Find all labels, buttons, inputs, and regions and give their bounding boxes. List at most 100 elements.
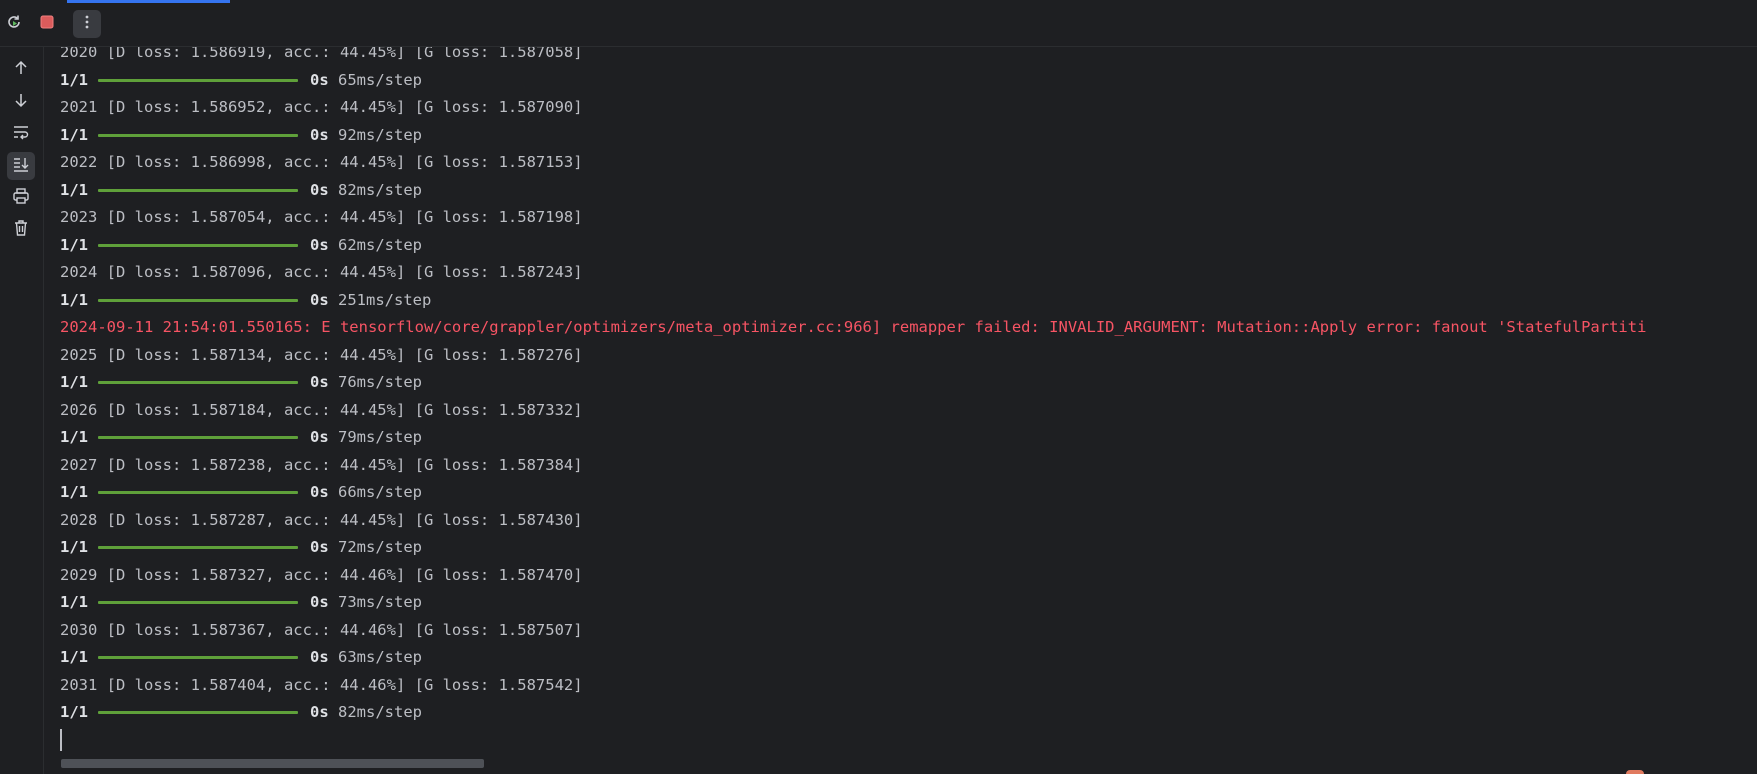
rerun-icon: [5, 13, 23, 35]
progress-bar: [98, 436, 298, 440]
progress-bar: [98, 381, 298, 385]
elapsed-time: 0s: [310, 373, 329, 391]
progress-bar: [98, 133, 298, 137]
elapsed-time: 0s: [310, 428, 329, 446]
progress-bar: [98, 78, 298, 82]
progress-count: 1/1: [60, 538, 88, 556]
epoch-log-line: 2029 [D loss: 1.587327, acc.: 44.46%] [G…: [60, 565, 583, 584]
progress-bar: [98, 546, 298, 550]
rerun-button[interactable]: [0, 10, 28, 38]
epoch-log-line: 2031 [D loss: 1.587404, acc.: 44.46%] [G…: [60, 675, 583, 694]
run-console-window: 2020 [D loss: 1.586919, acc.: 44.45%] [G…: [0, 0, 1757, 774]
step-time: 65ms/step: [338, 70, 423, 89]
stop-icon: [38, 13, 56, 35]
epoch-log-line: 2021 [D loss: 1.586952, acc.: 44.45%] [G…: [60, 98, 583, 116]
epoch-log-line: 2022 [D loss: 1.586998, acc.: 44.45%] [G…: [60, 153, 583, 171]
step-time: 76ms/step: [338, 373, 423, 391]
progress-count: 1/1: [60, 290, 88, 309]
progress-line: 1/1 0s 82ms/step: [60, 177, 1757, 205]
elapsed-time: 0s: [310, 70, 329, 89]
elapsed-time: 0s: [310, 538, 329, 556]
elapsed-time: 0s: [310, 125, 329, 144]
scroll-up-button[interactable]: [7, 56, 35, 84]
step-time: 82ms/step: [338, 703, 423, 721]
scroll-to-end-icon: [12, 155, 30, 177]
epoch-log-line: 2020 [D loss: 1.586919, acc.: 44.45%] [G…: [60, 47, 583, 61]
progress-bar: [98, 656, 298, 660]
step-time: 72ms/step: [338, 538, 423, 556]
progress-count: 1/1: [60, 483, 88, 501]
more-options-button[interactable]: [73, 10, 101, 38]
console-toolbar: [0, 0, 1757, 47]
soft-wrap-button[interactable]: [7, 120, 35, 148]
progress-count: 1/1: [60, 373, 88, 391]
progress-line: 1/1 0s 72ms/step: [60, 534, 1757, 562]
progress-count: 1/1: [60, 125, 88, 144]
scroll-up-icon: [12, 59, 30, 81]
progress-line: 1/1 0s 82ms/step: [60, 699, 1757, 727]
elapsed-time: 0s: [310, 290, 329, 309]
progress-count: 1/1: [60, 180, 88, 199]
step-time: 79ms/step: [338, 428, 423, 446]
progress-bar: [98, 243, 298, 247]
step-time: 62ms/step: [338, 235, 423, 254]
progress-count: 1/1: [60, 235, 88, 254]
progress-line: 1/1 0s 76ms/step: [60, 369, 1757, 397]
step-time: 73ms/step: [338, 593, 423, 611]
epoch-log-line: 2030 [D loss: 1.587367, acc.: 44.46%] [G…: [60, 620, 583, 639]
progress-count: 1/1: [60, 593, 88, 611]
trash-icon: [12, 219, 30, 241]
progress-count: 1/1: [60, 648, 88, 666]
console-output[interactable]: 2020 [D loss: 1.586919, acc.: 44.45%] [G…: [44, 47, 1757, 753]
clear-all-button[interactable]: [7, 216, 35, 244]
scroll-down-button[interactable]: [7, 88, 35, 116]
print-button[interactable]: [7, 184, 35, 212]
elapsed-time: 0s: [310, 648, 329, 666]
progress-count: 1/1: [60, 428, 88, 446]
progress-count: 1/1: [60, 703, 88, 721]
progress-bar: [98, 188, 298, 192]
progress-bar: [98, 601, 298, 605]
elapsed-time: 0s: [310, 483, 329, 501]
step-time: 82ms/step: [338, 180, 423, 199]
epoch-log-line: 2024 [D loss: 1.587096, acc.: 44.45%] [G…: [60, 263, 583, 281]
elapsed-time: 0s: [310, 703, 329, 721]
step-time: 92ms/step: [338, 125, 423, 144]
progress-bar: [98, 298, 298, 302]
step-time: 251ms/step: [338, 290, 432, 309]
error-log-line: 2024-09-11 21:54:01.550165: E tensorflow…: [60, 318, 1647, 336]
soft-wrap-icon: [12, 123, 30, 145]
more-vertical-icon: [78, 13, 96, 35]
epoch-log-line: 2026 [D loss: 1.587184, acc.: 44.45%] [G…: [60, 400, 583, 419]
corner-mark: [1626, 770, 1644, 774]
print-icon: [12, 187, 30, 209]
progress-line: 1/1 0s 62ms/step: [60, 232, 1757, 260]
progress-line: 1/1 0s 79ms/step: [60, 424, 1757, 452]
epoch-log-line: 2025 [D loss: 1.587134, acc.: 44.45%] [G…: [60, 345, 583, 364]
progress-bar: [98, 711, 298, 715]
stop-button[interactable]: [33, 10, 61, 38]
progress-line: 1/1 0s 65ms/step: [60, 67, 1757, 95]
console-lines: 2020 [D loss: 1.586919, acc.: 44.45%] [G…: [60, 47, 1757, 727]
progress-line: 1/1 0s 73ms/step: [60, 589, 1757, 617]
progress-count: 1/1: [60, 70, 88, 89]
epoch-log-line: 2023 [D loss: 1.587054, acc.: 44.45%] [G…: [60, 208, 583, 226]
elapsed-time: 0s: [310, 235, 329, 254]
progress-line: 1/1 0s 66ms/step: [60, 479, 1757, 507]
progress-line: 1/1 0s 63ms/step: [60, 644, 1757, 672]
step-time: 63ms/step: [338, 648, 423, 666]
progress-line: 1/1 0s 92ms/step: [60, 122, 1757, 150]
console-sidebar: [0, 47, 44, 774]
active-tab-indicator: [67, 0, 230, 3]
epoch-log-line: 2028 [D loss: 1.587287, acc.: 44.45%] [G…: [60, 510, 583, 529]
progress-line: 1/1 0s 251ms/step: [60, 287, 1757, 315]
scroll-down-icon: [12, 91, 30, 113]
progress-bar: [98, 491, 298, 495]
scroll-to-end-button[interactable]: [7, 152, 35, 180]
horizontal-scrollbar[interactable]: [61, 759, 484, 768]
input-caret: [60, 729, 62, 751]
elapsed-time: 0s: [310, 593, 329, 611]
epoch-log-line: 2027 [D loss: 1.587238, acc.: 44.45%] [G…: [60, 455, 583, 474]
step-time: 66ms/step: [338, 483, 423, 501]
elapsed-time: 0s: [310, 180, 329, 199]
